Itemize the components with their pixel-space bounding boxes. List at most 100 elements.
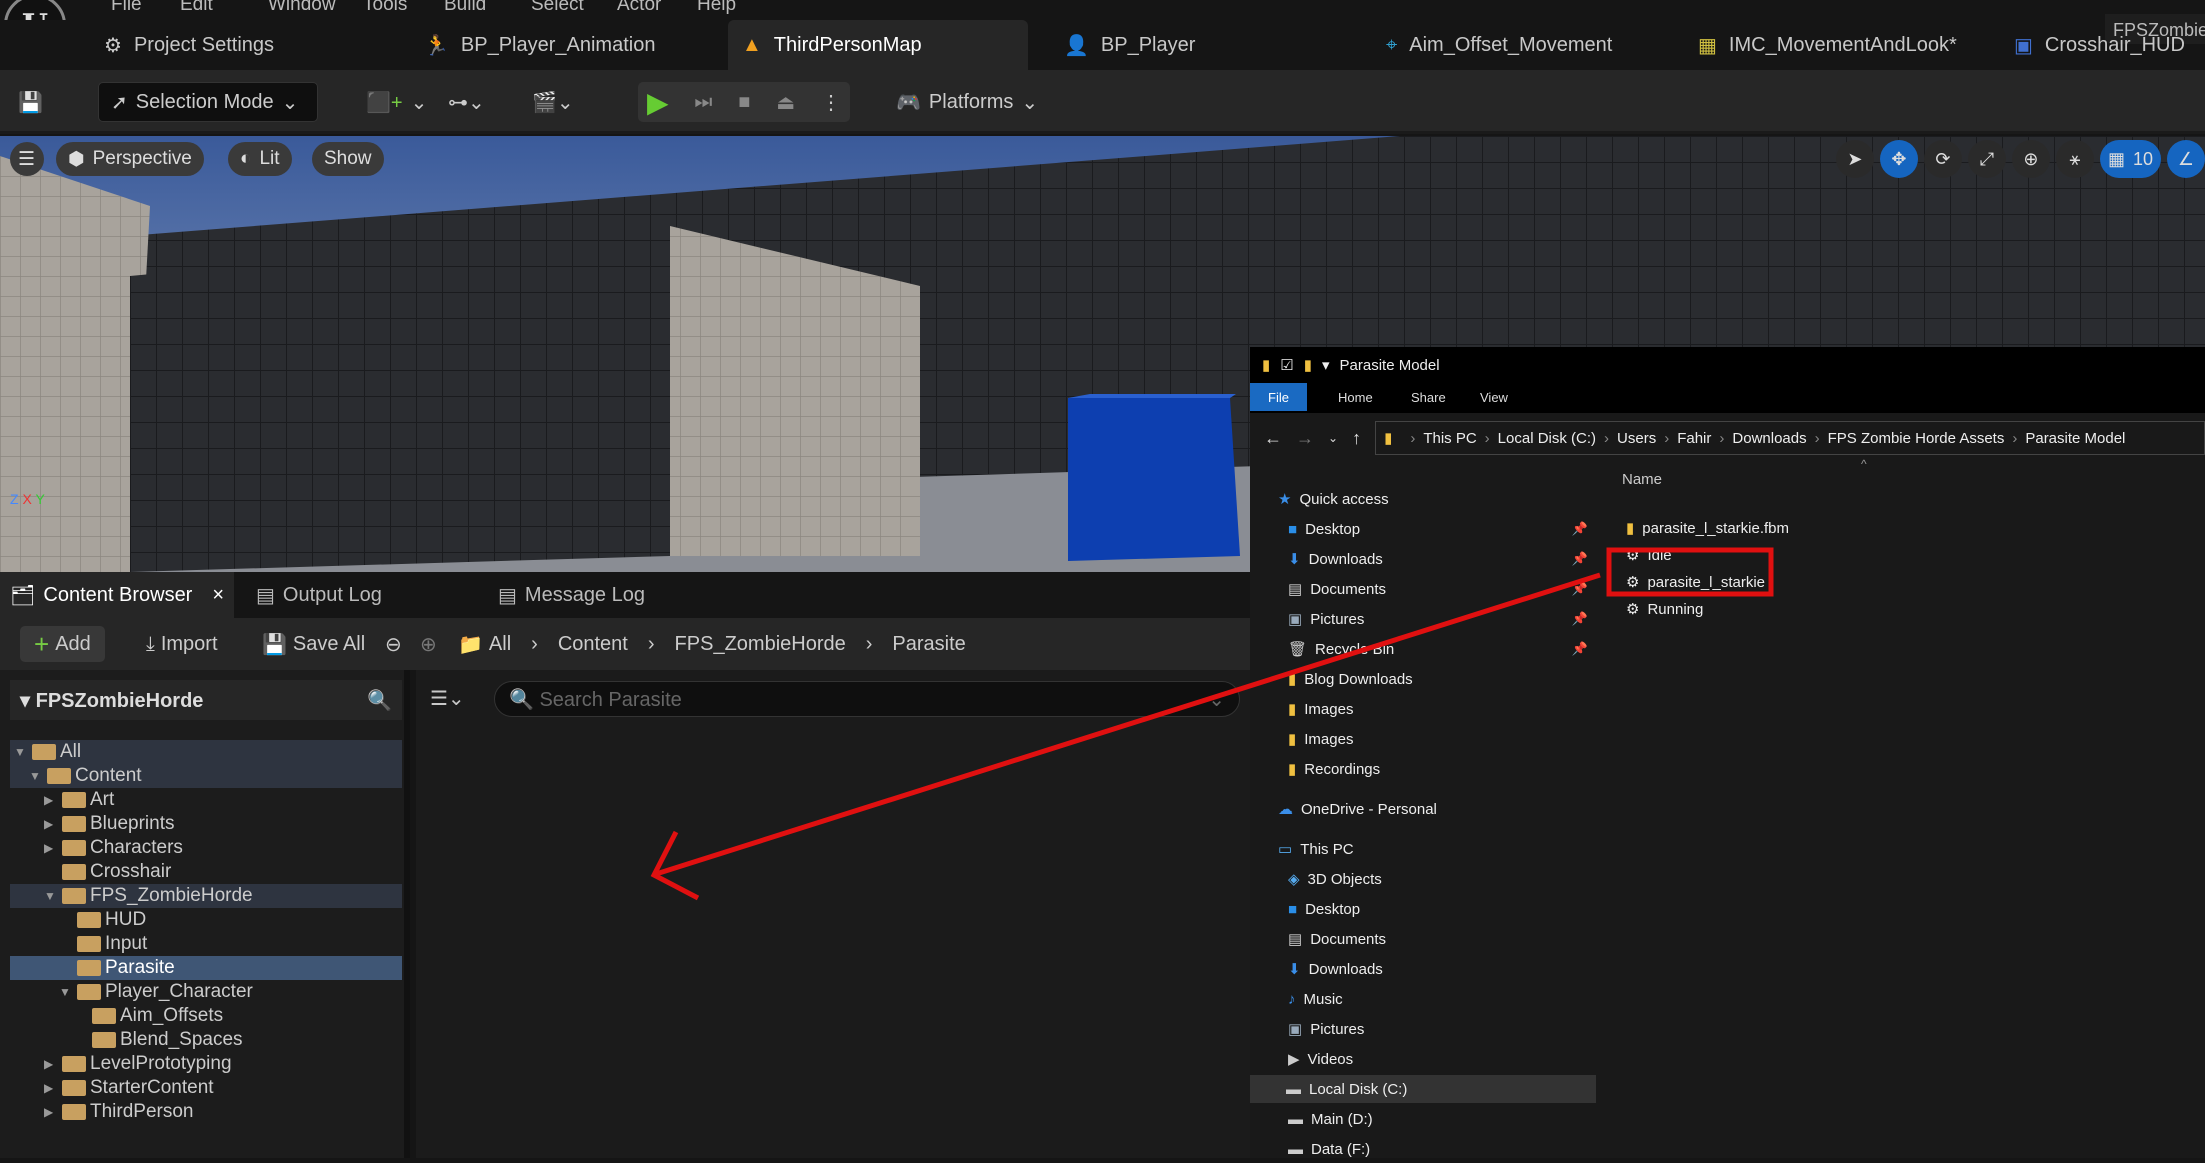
tree-item[interactable]: ▶ Art: [10, 788, 402, 812]
rotate-tool-icon[interactable]: ⟳: [1923, 140, 1962, 178]
address-separator-icon[interactable]: ›: [1719, 430, 1724, 447]
scale-tool-icon[interactable]: ⤢: [1967, 140, 2006, 178]
more-options-icon[interactable]: ⋮: [821, 90, 841, 115]
viewport-menu-button[interactable]: ☰: [10, 142, 44, 176]
address-separator-icon[interactable]: ›: [1815, 430, 1820, 447]
eject-icon[interactable]: ⏏: [776, 90, 795, 115]
nav-item[interactable]: ◈ 3D Objects: [1288, 865, 1598, 893]
ribbon-tab-file[interactable]: File: [1250, 383, 1307, 411]
file-item[interactable]: ⚙ parasite_l_starkie: [1626, 573, 1765, 592]
menu-actor[interactable]: Actor: [617, 0, 661, 16]
file-item[interactable]: ⚙ Idle: [1626, 546, 1672, 565]
nav-item[interactable]: ▬ Local Disk (C:): [1250, 1075, 1596, 1103]
pin-icon[interactable]: 📌: [1572, 581, 1588, 597]
properties-icon[interactable]: ☑: [1280, 356, 1293, 374]
expanded-arrow-icon[interactable]: ▼: [44, 889, 58, 903]
rotation-snap-icon[interactable]: ∠: [2167, 140, 2205, 178]
move-tool-icon[interactable]: ✥: [1879, 140, 1918, 178]
tab-imc-movementandlook-[interactable]: ▦ IMC_MovementAndLook*: [1684, 20, 1971, 70]
address-separator-icon[interactable]: ›: [1664, 430, 1669, 447]
tab-aim-offset-movement[interactable]: ⌖ Aim_Offset_Movement: [1372, 20, 1626, 70]
expanded-arrow-icon[interactable]: ▼: [59, 985, 73, 999]
breadcrumb-item[interactable]: Parasite: [892, 633, 965, 656]
nav-item[interactable]: ▶ Videos: [1288, 1045, 1598, 1073]
new-folder-icon[interactable]: ▮: [1304, 356, 1312, 374]
forward-arrow-icon[interactable]: →: [1296, 428, 1314, 449]
perspective-button[interactable]: ⬢ Perspective: [56, 142, 204, 176]
save-all-button[interactable]: 💾 Save All: [262, 626, 365, 662]
nav-item[interactable]: 🗑 Recycle Bin 📌: [1288, 635, 1598, 663]
step-icon[interactable]: ⏭: [694, 91, 712, 114]
collapsed-arrow-icon[interactable]: ▶: [44, 1081, 58, 1095]
nav-item[interactable]: ▮ Blog Downloads: [1288, 665, 1598, 693]
address-segment[interactable]: Parasite Model: [2025, 430, 2125, 447]
nav-item[interactable]: ▮ Images: [1288, 725, 1598, 753]
breadcrumb-item[interactable]: Content: [558, 633, 628, 656]
import-button[interactable]: ⤓ Import: [146, 626, 218, 662]
tree-header[interactable]: ▾ FPSZombieHorde 🔍: [10, 680, 402, 720]
nav-item[interactable]: ▣ Pictures: [1288, 1015, 1598, 1043]
address-segment[interactable]: Downloads: [1732, 430, 1806, 447]
file-item[interactable]: ⚙ Running: [1626, 600, 1703, 619]
tree-item[interactable]: Parasite: [10, 956, 402, 980]
tab-thirdpersonmap[interactable]: ▲ ThirdPersonMap: [728, 20, 1028, 70]
tab-bp-player-animation[interactable]: 🏃 BP_Player_Animation: [410, 20, 669, 70]
show-button[interactable]: Show: [312, 142, 384, 176]
tree-item[interactable]: Aim_Offsets: [10, 1004, 402, 1028]
play-icon[interactable]: ▶: [647, 86, 669, 119]
menu-select[interactable]: Select: [531, 0, 584, 16]
address-separator-icon[interactable]: ›: [1604, 430, 1609, 447]
recent-locations-icon[interactable]: ⌄: [1328, 431, 1338, 445]
tree-item[interactable]: ▶ LevelPrototyping: [10, 1052, 402, 1076]
menu-file[interactable]: File: [111, 0, 142, 16]
cinematics-button[interactable]: 🎬⌄: [532, 82, 574, 122]
filter-icon[interactable]: ☰⌄: [430, 686, 465, 711]
nav-item[interactable]: ▤ Documents 📌: [1288, 575, 1598, 603]
world-space-icon[interactable]: ⊕: [2011, 140, 2050, 178]
file-item[interactable]: ▮ parasite_l_starkie.fbm: [1626, 519, 1789, 538]
tree-item[interactable]: ▼ FPS_ZombieHorde: [10, 884, 402, 908]
select-tool-icon[interactable]: ➤: [1835, 140, 1874, 178]
nav-item[interactable]: ⬇ Downloads: [1288, 955, 1598, 983]
breadcrumb-item[interactable]: FPS_ZombieHorde: [675, 633, 846, 656]
tab-content-browser[interactable]: 🗂 Content Browser ×: [0, 572, 235, 618]
nav-item[interactable]: ▭ This PC: [1278, 835, 1588, 863]
nav-item[interactable]: ♪ Music: [1288, 985, 1598, 1013]
tree-item[interactable]: ▼ Content: [10, 764, 402, 788]
ribbon-tab-home[interactable]: Home: [1320, 383, 1391, 411]
menu-help[interactable]: Help: [697, 0, 736, 16]
nav-item[interactable]: ■ Desktop: [1288, 895, 1598, 923]
address-separator-icon[interactable]: ›: [1485, 430, 1490, 447]
menu-tools[interactable]: Tools: [363, 0, 407, 16]
nav-item[interactable]: ⬇ Downloads 📌: [1288, 545, 1598, 573]
menu-build[interactable]: Build: [444, 0, 486, 16]
ribbon-tab-view[interactable]: View: [1462, 383, 1526, 411]
breadcrumb-item[interactable]: All: [489, 633, 511, 656]
nav-item[interactable]: ■ Desktop 📌: [1288, 515, 1598, 543]
add-actor-button[interactable]: ⬛+ ⌄: [366, 82, 427, 122]
name-column-header[interactable]: Name: [1622, 471, 1662, 488]
back-arrow-icon[interactable]: ←: [1264, 428, 1282, 449]
address-segment[interactable]: This PC: [1423, 430, 1476, 447]
address-segment[interactable]: Fahir: [1677, 430, 1711, 447]
tab-message-log[interactable]: ▤ Message Log: [488, 572, 655, 618]
asset-view[interactable]: ☰⌄: [416, 670, 1250, 1158]
tree-item[interactable]: HUD: [10, 908, 402, 932]
nav-item[interactable]: ▮ Images: [1288, 695, 1598, 723]
nav-item[interactable]: ▬ Main (D:): [1288, 1105, 1598, 1133]
address-bar[interactable]: ▮ › This PC › Local Disk (C:) › Users › Fahir › Do…: [1375, 421, 2205, 455]
nav-item[interactable]: ▬ Data (F:): [1288, 1135, 1598, 1163]
stop-icon[interactable]: ■: [738, 91, 750, 114]
tab-bp-player[interactable]: 👤 BP_Player: [1050, 20, 1209, 70]
collapsed-arrow-icon[interactable]: ▶: [44, 1105, 58, 1119]
up-arrow-icon[interactable]: ↑: [1352, 428, 1361, 449]
ribbon-tab-share[interactable]: Share: [1393, 383, 1464, 411]
menu-edit[interactable]: Edit: [180, 0, 213, 16]
address-segment[interactable]: Local Disk (C:): [1498, 430, 1596, 447]
tab-project-settings[interactable]: ⚙ Project Settings: [90, 20, 288, 70]
tree-item[interactable]: ▶ StarterContent: [10, 1076, 402, 1100]
nav-item[interactable]: ☁ OneDrive - Personal: [1278, 795, 1588, 823]
pin-icon[interactable]: 📌: [1572, 641, 1588, 657]
nav-item[interactable]: ▣ Pictures 📌: [1288, 605, 1598, 633]
close-icon[interactable]: ×: [212, 584, 224, 607]
